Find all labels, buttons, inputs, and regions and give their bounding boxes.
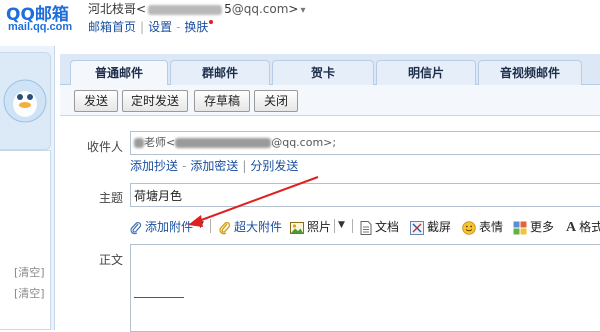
add-attachment-button[interactable]: 添加附件 [130, 218, 193, 235]
add-attachment-label: 添加附件 [145, 220, 194, 234]
document-icon [360, 220, 372, 235]
document-label: 文档 [375, 220, 400, 234]
user-name: 河北枝哥 [88, 2, 137, 16]
attachment-dropdown-icon[interactable]: ▼ [197, 220, 204, 230]
photo-label: 照片 [307, 220, 332, 234]
format-label: 格式 [579, 220, 600, 234]
divider [334, 219, 335, 233]
logo-domain: mail.qq.com [8, 21, 73, 33]
tab-postcard[interactable]: 明信片 [376, 60, 476, 85]
more-button[interactable]: 更多 [513, 218, 554, 235]
redacted-text [175, 138, 272, 148]
document-button[interactable]: 文档 [360, 218, 399, 235]
top-links: 邮箱首页 | 设置 - 换肤 [88, 18, 214, 35]
clear-button[interactable]: [清空] [14, 264, 45, 280]
divider [210, 219, 211, 233]
tab-group-mail[interactable]: 群邮件 [170, 60, 270, 85]
tab-greeting-card[interactable]: 贺卡 [272, 60, 374, 85]
sidebar-bottom-panel [0, 150, 51, 330]
photo-button[interactable]: 照片 [290, 218, 331, 235]
user-email: @qq.com [231, 2, 289, 16]
font-a-icon: A [566, 219, 577, 235]
mailbox-home-link[interactable]: 邮箱首页 [88, 20, 136, 34]
subject-value: 荷塘月色 [134, 189, 183, 203]
subject-label: 主题 [99, 191, 124, 205]
redacted-account-id [148, 4, 223, 15]
recipient-value: 老师< @qq.com>; [134, 134, 336, 150]
screenshot-button[interactable]: 截屏 [410, 218, 451, 235]
emoji-label: 表情 [479, 220, 504, 234]
recipient-label: 收件人 [87, 140, 124, 154]
photo-dropdown-icon[interactable]: ▼ [338, 220, 345, 230]
send-separately-link[interactable]: 分别发送 [250, 159, 298, 173]
schedule-send-button[interactable]: 定时发送 [122, 90, 188, 112]
clear-button[interactable]: [清空] [14, 285, 45, 301]
add-bcc-link[interactable]: 添加密送 [190, 159, 238, 173]
qq-penguin-icon [3, 79, 47, 123]
user-account[interactable]: 河北枝哥< 5@qq.com> ▾ [88, 0, 306, 17]
divider [352, 219, 353, 233]
paperclip-large-icon [219, 221, 231, 234]
signature-divider [134, 297, 184, 298]
grid-icon [513, 221, 527, 234]
scissors-icon [410, 220, 424, 235]
settings-link[interactable]: 设置 [148, 20, 172, 34]
body-label: 正文 [99, 253, 124, 267]
format-button[interactable]: A 格式 [566, 218, 600, 236]
save-draft-button[interactable]: 存草稿 [194, 90, 250, 112]
send-button[interactable]: 发送 [74, 90, 118, 112]
tab-av-mail[interactable]: 音视频邮件 [478, 60, 582, 85]
more-label: 更多 [530, 220, 555, 234]
add-cc-link[interactable]: 添加抄送 [130, 159, 178, 173]
notification-dot [209, 20, 214, 24]
change-skin-link[interactable]: 换肤 [184, 20, 208, 34]
large-attachment-label: 超大附件 [234, 220, 283, 234]
tab-normal-mail[interactable]: 普通邮件 [70, 60, 168, 86]
large-attachment-button[interactable]: 超大附件 [219, 218, 282, 235]
close-button[interactable]: 关闭 [254, 90, 298, 112]
screenshot-label: 截屏 [427, 220, 452, 234]
paperclip-icon [130, 221, 142, 234]
body-editor[interactable] [130, 244, 600, 332]
emoji-button[interactable]: 表情 [462, 218, 503, 235]
smiley-icon [462, 220, 476, 235]
recipient-options: 添加抄送 - 添加密送 | 分别发送 [130, 159, 299, 173]
photo-icon [290, 221, 304, 234]
chevron-down-icon[interactable]: ▾ [300, 5, 305, 16]
redacted-text [134, 138, 144, 148]
subject-input[interactable] [130, 183, 600, 207]
